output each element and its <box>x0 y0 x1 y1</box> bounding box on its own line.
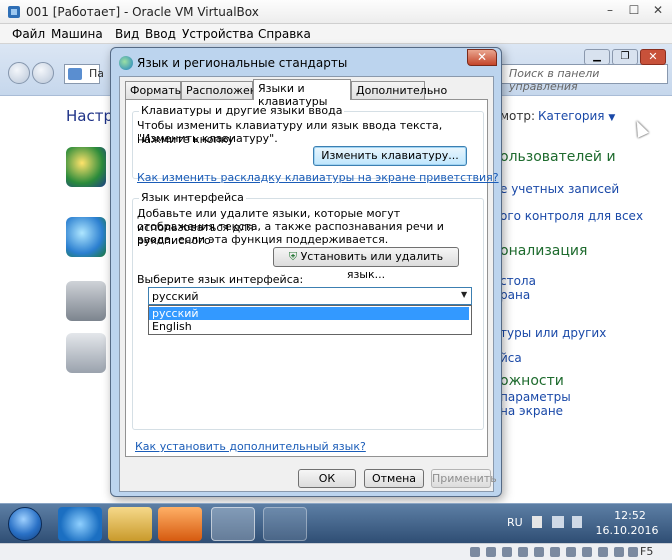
keyboards-group: Клавиатуры и другие языки ввода Чтобы из… <box>132 104 499 184</box>
display-language-selected: русский <box>152 290 199 303</box>
virtualbox-icon <box>6 4 22 20</box>
search-input[interactable]: Поиск в панели управления <box>500 64 668 93</box>
link-user-accounts[interactable]: е учетных записей <box>500 182 619 196</box>
link-params[interactable]: параметры <box>500 390 571 404</box>
install-uninstall-language-button[interactable]: ⛨ Установить или удалить язык... <box>273 247 459 281</box>
vbox-window-title: 001 [Работает] - Oracle VM VirtualBox <box>26 5 259 19</box>
install-additional-language-link[interactable]: Как установить дополнительный язык? <box>135 440 366 453</box>
volume-icon[interactable] <box>572 516 582 528</box>
minimize-icon[interactable]: – <box>600 4 620 18</box>
control-panel-icon <box>68 68 82 80</box>
guest-maximize-icon[interactable]: ❐ <box>612 49 638 65</box>
tab-keyboards-languages[interactable]: Языки и клавиатуры <box>253 79 351 108</box>
arrow-status-icon[interactable] <box>628 547 638 557</box>
menu-view[interactable]: Вид <box>115 27 139 41</box>
link-on-screen[interactable]: на экране <box>500 404 563 418</box>
cpu-status-icon[interactable] <box>598 547 608 557</box>
menu-machine[interactable]: Машина <box>51 27 103 41</box>
option-russian[interactable]: русский <box>149 307 469 320</box>
category-user-accounts[interactable]: ользователей и <box>500 149 616 165</box>
view-by-dropdown[interactable]: Категория ▼ <box>538 109 615 123</box>
printer-icon[interactable] <box>66 281 106 321</box>
menu-devices[interactable]: Устройства <box>182 27 254 41</box>
keyboards-desc-2: "Изменить клавиатуру". <box>137 132 278 145</box>
category-personalization[interactable]: онализация <box>500 243 587 259</box>
input-language-indicator[interactable]: RU <box>507 516 523 529</box>
dialog-client: Форматы Расположение Языки и клавиатуры … <box>119 76 499 492</box>
flag-icon[interactable] <box>532 516 542 528</box>
address-text: Па <box>89 67 105 80</box>
explorer-folder-icon[interactable] <box>108 507 152 541</box>
network-status-icon[interactable] <box>518 547 528 557</box>
media-player-icon[interactable] <box>158 507 202 541</box>
menu-file[interactable]: Файл <box>12 27 45 41</box>
forward-button[interactable] <box>32 62 54 84</box>
tab-panel: Клавиатуры и другие языки ввода Чтобы из… <box>125 99 499 457</box>
mouse-integration-status-icon[interactable] <box>614 547 624 557</box>
tab-administrative[interactable]: Дополнительно <box>351 81 447 99</box>
guest-close-icon[interactable]: ✕ <box>640 49 666 65</box>
view-by-label: мотр: <box>500 109 536 123</box>
chevron-down-icon: ▼ <box>608 113 616 123</box>
search-placeholder: Поиск в панели управления <box>509 67 600 93</box>
menu-help[interactable]: Справка <box>258 27 311 41</box>
uac-shield-icon: ⛨ <box>288 250 298 263</box>
dialog-close-button[interactable]: ✕ <box>467 49 497 66</box>
apply-button[interactable]: Применить <box>431 469 497 488</box>
network-globe-icon[interactable] <box>66 217 106 257</box>
install-uninstall-language-label: Установить или удалить язык... <box>300 250 444 281</box>
region-globe-icon <box>119 56 133 70</box>
vbox-titlebar: 001 [Работает] - Oracle VM VirtualBox – … <box>0 0 672 24</box>
link-parental-controls[interactable]: ого контроля для всех <box>500 209 643 223</box>
chevron-down-icon: ▼ <box>461 290 468 299</box>
optical-status-icon[interactable] <box>486 547 496 557</box>
tab-formats[interactable]: Форматы <box>125 81 183 99</box>
clock-date[interactable]: 16.10.2016 <box>594 524 660 537</box>
shared-folders-status-icon[interactable] <box>550 547 560 557</box>
network-icon[interactable] <box>552 516 564 528</box>
welcome-screen-keyboard-link[interactable]: Как изменить раскладку клавиатуры на экр… <box>137 171 499 184</box>
guest-minimize-icon[interactable]: ▁ <box>584 49 610 65</box>
usb-status-icon[interactable] <box>534 547 544 557</box>
link-keyboards[interactable]: туры или других <box>500 326 606 340</box>
host-key-label: F5 <box>640 545 654 558</box>
vbox-menubar: Файл Машина Вид Ввод Устройства Справка <box>0 24 672 44</box>
option-english[interactable]: English <box>149 320 469 333</box>
choose-display-language-label: Выберите язык интерфейса: <box>137 273 304 286</box>
category-accessibility[interactable]: ожности <box>500 373 564 389</box>
security-shield-icon[interactable] <box>66 147 106 187</box>
cancel-button[interactable]: Отмена <box>364 469 424 488</box>
control-panel-taskbar-icon[interactable] <box>211 507 255 541</box>
region-language-dialog: Язык и региональные стандарты ✕ Форматы … <box>110 47 502 497</box>
link-interface[interactable]: йса <box>500 351 522 365</box>
dialog-title: Язык и региональные стандарты <box>137 56 348 70</box>
taskbar: RU 12:52 16.10.2016 <box>0 503 672 543</box>
link-screen[interactable]: рана <box>500 288 530 302</box>
link-desktop[interactable]: стола <box>500 274 536 288</box>
display-language-select[interactable]: русский ▼ <box>148 287 472 305</box>
menu-input[interactable]: Ввод <box>145 27 176 41</box>
internet-explorer-icon[interactable] <box>58 507 102 541</box>
display-language-desc-3: ввода, если эта функция поддерживается. <box>137 233 389 246</box>
display-language-group-title: Язык интерфейса <box>139 191 246 204</box>
view-by-value: Категория <box>538 109 605 123</box>
clock-time[interactable]: 12:52 <box>600 509 660 522</box>
tab-location[interactable]: Расположение <box>181 81 271 99</box>
back-button[interactable] <box>8 62 30 84</box>
vbox-statusbar: F5 <box>0 543 672 560</box>
hdd-status-icon[interactable] <box>470 547 480 557</box>
display-status-icon[interactable] <box>566 547 576 557</box>
video-capture-status-icon[interactable] <box>582 547 592 557</box>
programs-disc-icon[interactable] <box>66 333 106 373</box>
audio-status-icon[interactable] <box>502 547 512 557</box>
change-keyboard-button[interactable]: Изменить клавиатуру... <box>313 146 467 166</box>
maximize-icon[interactable]: ☐ <box>624 4 644 18</box>
close-icon[interactable]: ✕ <box>648 4 668 18</box>
address-bar[interactable]: Па <box>64 64 104 84</box>
region-globe-taskbar-icon[interactable] <box>263 507 307 541</box>
display-language-options: русский English <box>148 305 472 335</box>
start-button[interactable] <box>8 507 42 541</box>
ok-button[interactable]: ОК <box>298 469 356 488</box>
